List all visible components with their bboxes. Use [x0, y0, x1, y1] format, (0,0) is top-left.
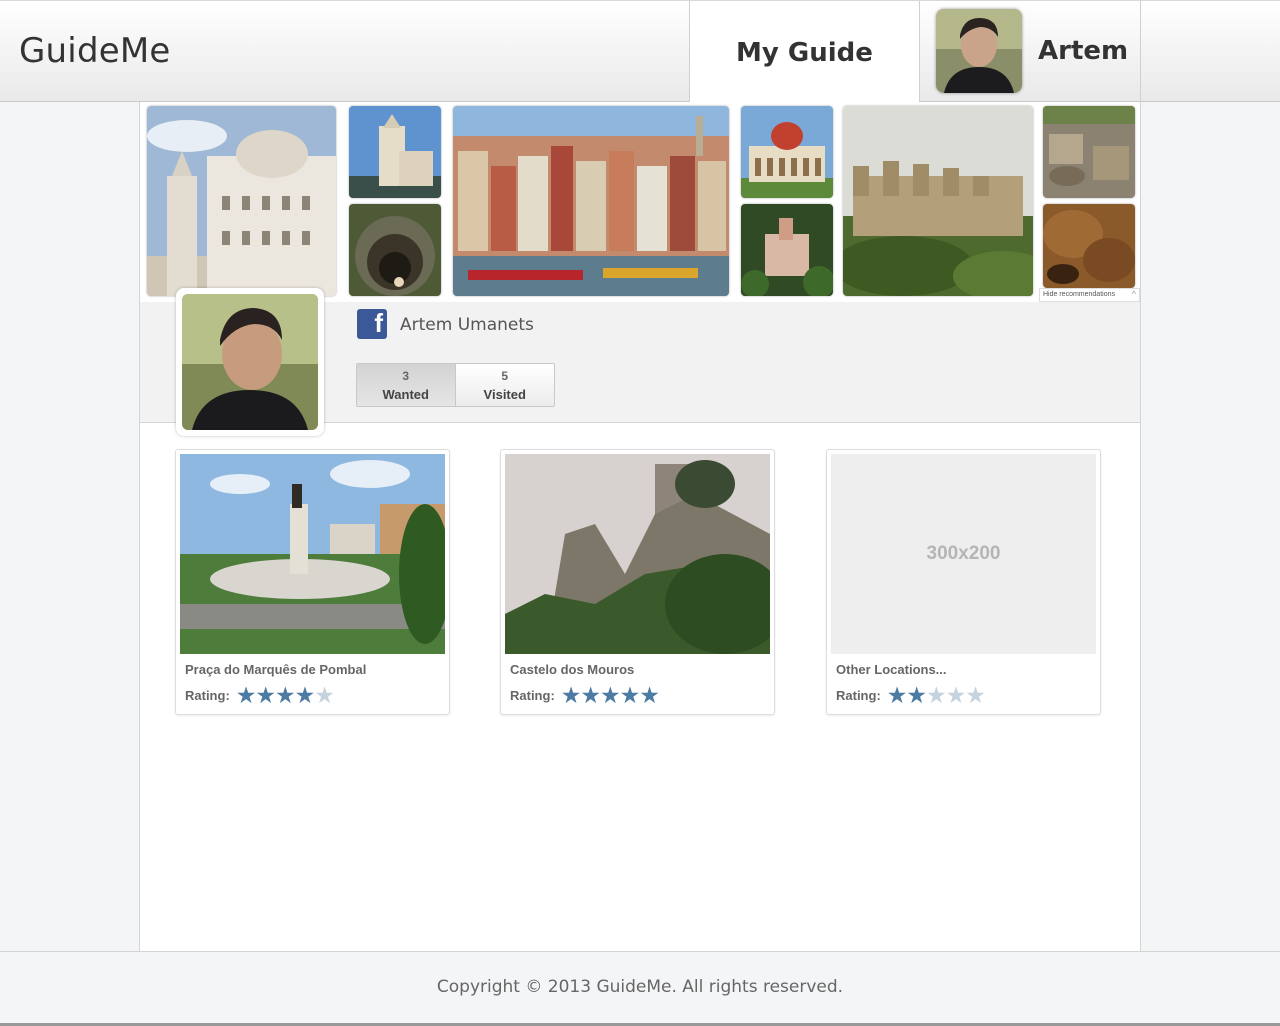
facebook-icon[interactable]: f: [357, 309, 387, 339]
stat-wanted-tab[interactable]: 3 Wanted: [357, 364, 456, 406]
placeholder-size-label: 300x200: [831, 454, 1096, 654]
profile-full-name: Artem Umanets: [400, 315, 534, 335]
brand-logo[interactable]: GuideMe: [19, 31, 171, 71]
stat-visited-tab[interactable]: 5 Visited: [455, 364, 554, 406]
recommendation-photo-well[interactable]: [349, 204, 441, 296]
rating-stars[interactable]: ★★★★★: [561, 682, 660, 708]
location-title[interactable]: Other Locations...: [836, 662, 947, 677]
location-rating: Rating: ★★★★★: [185, 682, 335, 708]
profile-stats: 3 Wanted 5 Visited: [356, 363, 555, 407]
nav-my-guide[interactable]: My Guide: [689, 1, 920, 102]
location-card[interactable]: 300x200 Other Locations... Rating: ★★★★★: [826, 449, 1101, 715]
recommendation-strip: Hide recommendations ^: [140, 102, 1140, 302]
location-image-placeholder[interactable]: 300x200: [831, 454, 1096, 654]
location-rating: Rating: ★★★★★: [836, 682, 986, 708]
location-card[interactable]: Castelo dos Mouros Rating: ★★★★★: [500, 449, 775, 715]
recommendation-photo-porto[interactable]: [453, 106, 729, 296]
star-filled-icon[interactable]: ★: [561, 682, 582, 708]
recommendation-photo-ruins[interactable]: [1043, 106, 1135, 198]
location-card[interactable]: Praça do Marquês de Pombal Rating: ★★★★★: [175, 449, 450, 715]
hide-recommendations-label: Hide recommendations: [1043, 291, 1115, 298]
header-avatar[interactable]: [936, 9, 1022, 93]
star-filled-icon[interactable]: ★: [236, 682, 257, 708]
rating-label: Rating:: [836, 688, 881, 703]
chevron-up-icon: ^: [1131, 289, 1136, 299]
star-filled-icon[interactable]: ★: [620, 682, 641, 708]
location-title[interactable]: Praça do Marquês de Pombal: [185, 662, 366, 677]
top-header: GuideMe My Guide Artem: [0, 0, 1280, 102]
star-filled-icon[interactable]: ★: [600, 682, 621, 708]
profile-photo[interactable]: [176, 288, 324, 436]
star-filled-icon[interactable]: ★: [639, 682, 660, 708]
recommendation-photo-belem-tower[interactable]: [349, 106, 441, 198]
nav-user-profile[interactable]: Artem: [920, 1, 1141, 102]
location-image[interactable]: [180, 454, 445, 654]
rating-stars[interactable]: ★★★★★: [887, 682, 986, 708]
footer: Copyright © 2013 GuideMe. All rights res…: [0, 951, 1280, 1026]
location-rating: Rating: ★★★★★: [510, 682, 660, 708]
location-title[interactable]: Castelo dos Mouros: [510, 662, 634, 677]
stat-visited-label: Visited: [483, 387, 526, 402]
star-filled-icon[interactable]: ★: [295, 682, 316, 708]
recommendation-photo-castle[interactable]: [843, 106, 1033, 296]
copyright-text: Copyright © 2013 GuideMe. All rights res…: [436, 977, 844, 997]
star-filled-icon[interactable]: ★: [906, 682, 927, 708]
nav-my-guide-label: My Guide: [736, 37, 873, 68]
rating-label: Rating:: [185, 688, 230, 703]
recommendation-photo-palace[interactable]: [147, 106, 336, 296]
stat-wanted-count: 3: [402, 369, 410, 383]
star-empty-icon[interactable]: ★: [926, 682, 947, 708]
rating-stars[interactable]: ★★★★★: [236, 682, 335, 708]
recommendation-photo-pena[interactable]: [741, 204, 833, 296]
star-empty-icon[interactable]: ★: [965, 682, 986, 708]
star-filled-icon[interactable]: ★: [275, 682, 296, 708]
recommendation-photo-cork[interactable]: [1043, 204, 1135, 288]
stat-visited-count: 5: [501, 369, 509, 383]
location-image[interactable]: [505, 454, 770, 654]
stat-wanted-label: Wanted: [382, 387, 429, 402]
star-empty-icon[interactable]: ★: [314, 682, 335, 708]
recommendation-photo-monserrate[interactable]: [741, 106, 833, 198]
main-content: Hide recommendations ^ f Artem Umanets 3…: [139, 102, 1141, 951]
hide-recommendations-link[interactable]: Hide recommendations ^: [1039, 288, 1140, 302]
star-filled-icon[interactable]: ★: [580, 682, 601, 708]
star-filled-icon[interactable]: ★: [887, 682, 908, 708]
rating-label: Rating:: [510, 688, 555, 703]
star-filled-icon[interactable]: ★: [255, 682, 276, 708]
header-user-name: Artem: [1038, 36, 1129, 66]
star-empty-icon[interactable]: ★: [946, 682, 967, 708]
